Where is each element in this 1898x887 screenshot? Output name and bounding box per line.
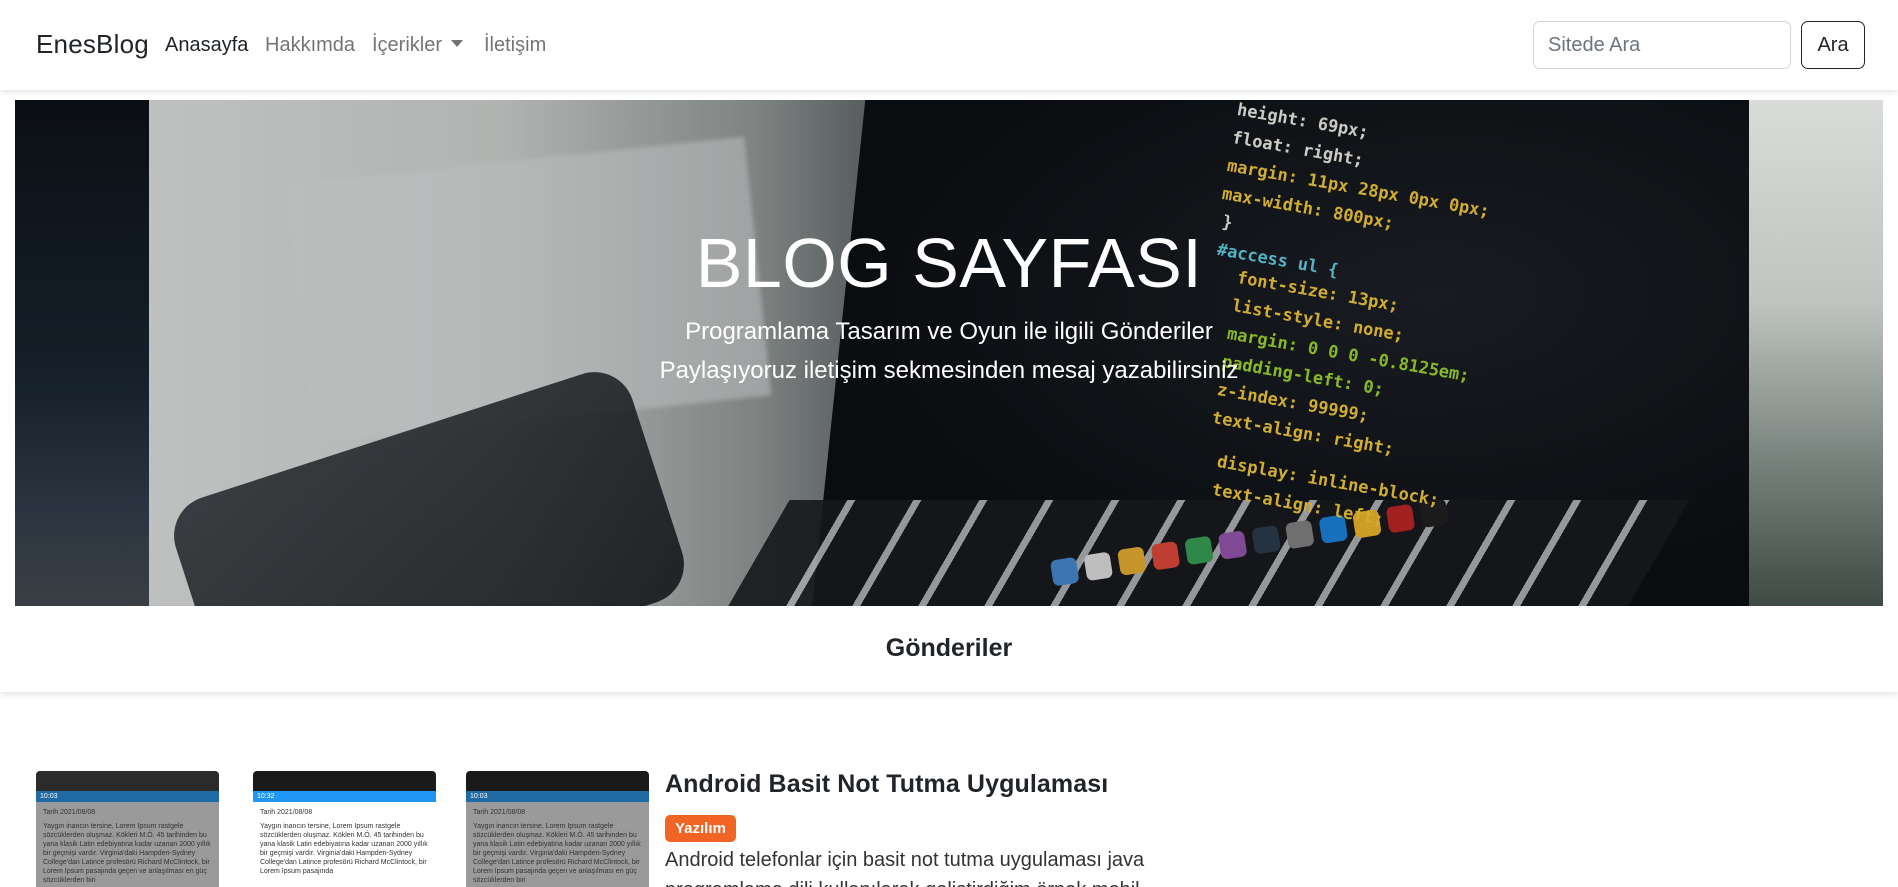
nav-link-icerikler-dropdown[interactable]: İçerikler xyxy=(372,34,464,57)
hero-next-slide-peek[interactable] xyxy=(1749,100,1883,606)
post-title[interactable]: Android Basit Not Tutma Uygulaması xyxy=(665,770,1108,799)
hero-title: BLOG SAYFASI xyxy=(695,224,1203,302)
thumbnail-text: Yaygın inancın tersine, Lorem Ipsum rast… xyxy=(43,823,211,884)
phone-screen: Tarih 2021/08/08 Yaygın inancın tersine,… xyxy=(466,802,649,887)
brand-logo[interactable]: EnesBlog xyxy=(36,29,149,60)
thumbnail-date: Tarih 2021/08/08 xyxy=(43,809,96,816)
category-badge[interactable]: Yazılım xyxy=(665,815,736,842)
post-thumbnail[interactable]: 10:03 Tarih 2021/08/08 Yaygın inancın te… xyxy=(36,771,219,887)
phone-screen: Tarih 2021/08/08 Yaygın inancın tersine,… xyxy=(253,802,436,887)
section-title: Gönderiler xyxy=(885,634,1013,662)
nav-link-iletisim[interactable]: İletişim xyxy=(484,34,546,57)
post-thumbnail[interactable]: 10:32 Tarih 2021/08/08 Yaygın inancın te… xyxy=(253,771,436,887)
phone-status-bar: 10:03 xyxy=(466,791,649,802)
nav-link-icerikler-label: İçerikler xyxy=(372,34,443,56)
nav-link-anasayfa[interactable]: Anasayfa xyxy=(165,34,248,57)
thumbnail-date: Tarih 2021/08/08 xyxy=(260,809,313,816)
thumbnail-text: Yaygın inancın tersine, Lorem Ipsum rast… xyxy=(260,823,428,875)
post-thumbnail[interactable]: 10:03 Tarih 2021/08/08 Yaygın inancın te… xyxy=(466,771,649,887)
hero-image: height: 69px; float: right; margin: 11px… xyxy=(149,100,1749,606)
thumbnail-text: Yaygın inancın tersine, Lorem Ipsum rast… xyxy=(473,823,641,884)
hero-prev-slide-peek[interactable] xyxy=(15,100,149,606)
posts-section-header: Gönderiler xyxy=(0,606,1898,692)
post-excerpt: Android telefonlar için basit not tutma … xyxy=(665,849,1145,887)
navbar: EnesBlog Anasayfa Hakkımda İçerikler İle… xyxy=(0,0,1898,90)
caret-down-icon xyxy=(451,40,464,48)
search-button[interactable]: Ara xyxy=(1801,21,1865,69)
phone-status-bar: 10:32 xyxy=(253,791,436,802)
hero-banner: height: 69px; float: right; margin: 11px… xyxy=(15,100,1883,606)
search-input[interactable] xyxy=(1533,21,1791,69)
phone-screen: Tarih 2021/08/08 Yaygın inancın tersine,… xyxy=(36,802,219,887)
phone-status-bar: 10:03 xyxy=(36,791,219,802)
thumbnail-date: Tarih 2021/08/08 xyxy=(473,809,526,816)
hero-subtitle-line2: Paylaşıyoruz iletişim sekmesinden mesaj … xyxy=(659,357,1239,384)
nav-link-hakkimda[interactable]: Hakkımda xyxy=(265,34,355,57)
hero-subtitle-line1: Programlama Tasarım ve Oyun ile ilgili G… xyxy=(685,318,1213,345)
